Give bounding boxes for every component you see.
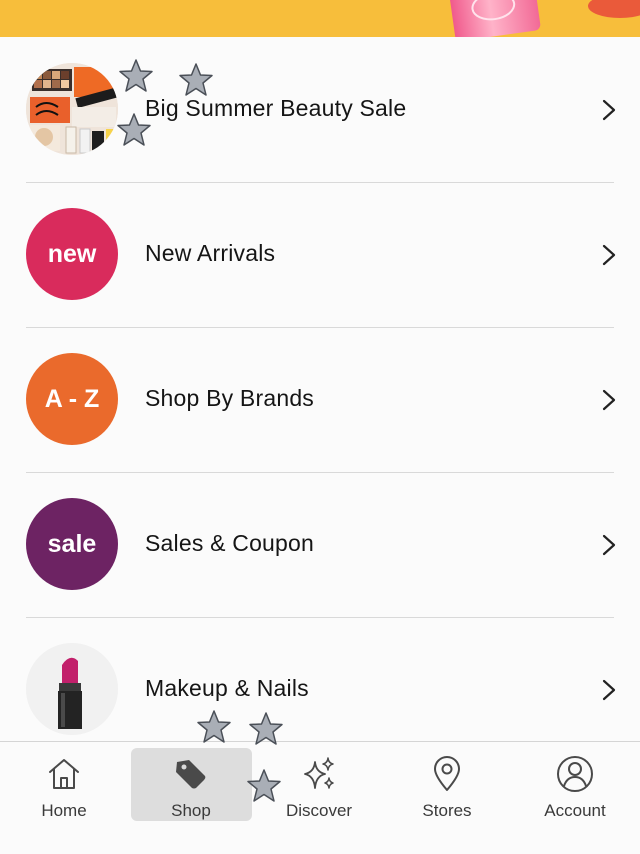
- new-badge: new: [26, 208, 118, 300]
- star-sticker-icon: [179, 63, 213, 96]
- lipstick-thumbnail: [26, 643, 118, 735]
- banner-product-image: [448, 0, 542, 37]
- chevron-right-icon: [602, 534, 616, 556]
- list-item-sales-coupon[interactable]: sale Sales & Coupon: [0, 472, 640, 617]
- location-pin-icon: [434, 756, 460, 791]
- list-item-shop-by-brands[interactable]: A - Z Shop By Brands: [0, 327, 640, 472]
- tab-account[interactable]: Account: [511, 742, 639, 854]
- tab-label: Discover: [285, 801, 353, 820]
- star-sticker-icon: [119, 59, 153, 92]
- tab-label: Shop: [171, 801, 211, 820]
- list-item-label: Sales & Coupon: [145, 530, 315, 556]
- tab-stores[interactable]: Stores: [383, 742, 511, 854]
- a-z-badge: A - Z: [26, 353, 118, 445]
- tag-icon: [176, 760, 206, 789]
- tab-shop[interactable]: Shop: [127, 742, 255, 854]
- sparkle-icon: [304, 757, 334, 789]
- chevron-right-icon: [602, 679, 616, 701]
- list-item-new-arrivals[interactable]: new New Arrivals: [0, 182, 640, 327]
- list-item-label: Big Summer Beauty Sale: [145, 95, 407, 121]
- chevron-right-icon: [602, 244, 616, 266]
- home-icon: [49, 759, 79, 789]
- chevron-right-icon: [602, 389, 616, 411]
- top-banner[interactable]: [0, 0, 640, 37]
- chevron-right-icon: [602, 99, 616, 121]
- account-icon: [557, 756, 593, 792]
- list-item-label: New Arrivals: [145, 240, 276, 266]
- list-item-label: Shop By Brands: [145, 385, 315, 411]
- list-item-label: Makeup & Nails: [145, 675, 309, 701]
- star-sticker-icon: [197, 710, 231, 743]
- banner-decoration: [588, 0, 640, 18]
- beauty-products-thumbnail: [26, 63, 118, 155]
- tab-label: Stores: [422, 801, 472, 820]
- star-sticker-icon: [249, 712, 283, 745]
- sale-badge: sale: [26, 498, 118, 590]
- tab-label: Account: [544, 801, 606, 820]
- list-item-big-summer-beauty-sale[interactable]: Big Summer Beauty Sale: [0, 37, 640, 182]
- star-sticker-icon: [117, 113, 151, 146]
- tab-label: Home: [41, 801, 87, 820]
- star-sticker-icon: [247, 769, 281, 802]
- bottom-tab-bar: Home Shop Discover Stores Account: [0, 741, 640, 854]
- tab-home[interactable]: Home: [0, 742, 128, 854]
